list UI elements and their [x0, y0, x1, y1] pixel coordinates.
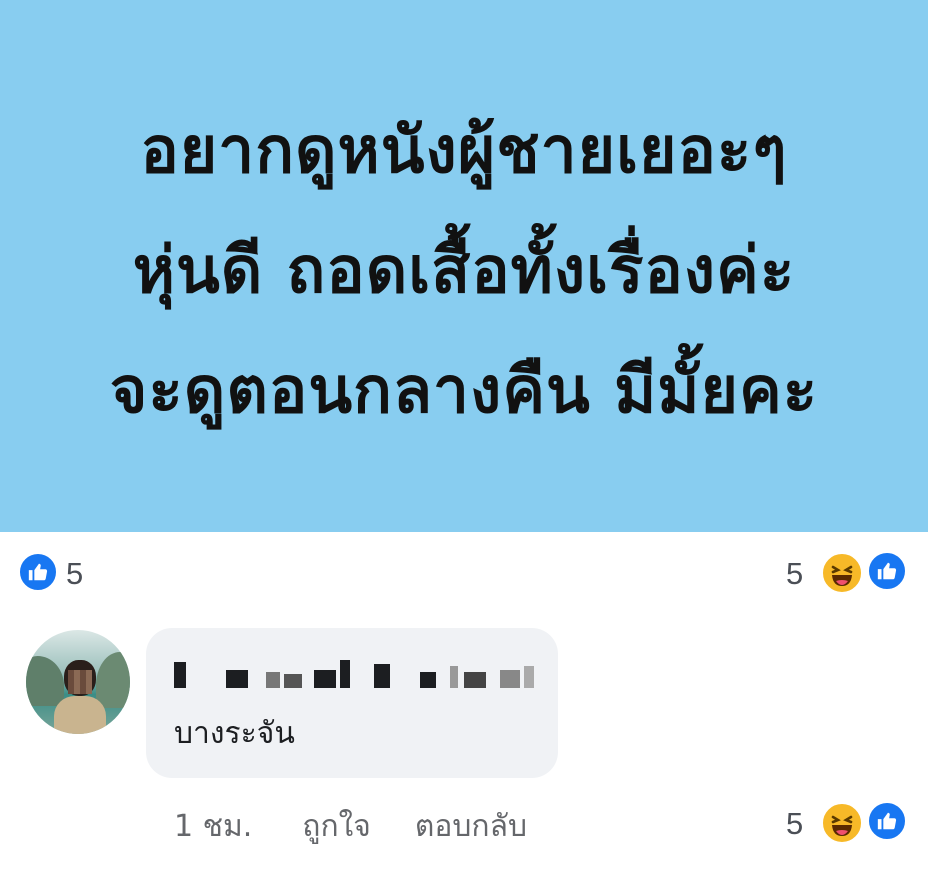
reaction-count[interactable]: 5 [786, 556, 803, 592]
like-button[interactable]: ถูกใจ [302, 803, 371, 850]
avatar[interactable] [26, 630, 130, 734]
like-count[interactable]: 5 [66, 556, 83, 592]
comment-text: บางระจัน [174, 716, 295, 751]
banner-line-1: อยากดูหนังผู้ชายเยอะๆ [140, 114, 788, 188]
post-image-banner[interactable]: อยากดูหนังผู้ชายเยอะๆ หุ่นดี ถอดเสื้อทั้… [0, 0, 928, 532]
reply-button[interactable]: ตอบกลับ [415, 803, 527, 850]
like-icon [866, 550, 908, 592]
comment-reaction-count[interactable]: 5 [786, 806, 803, 842]
banner-line-3: จะดูตอนกลางคืน มีมั้ยคะ [109, 354, 819, 428]
banner-line-2: หุ่นดี ถอดเสื้อทั้งเรื่องค่ะ [132, 234, 796, 308]
comment-actions: 1 ชม. ถูกใจ ตอบกลับ [174, 806, 527, 846]
comment-bubble[interactable]: บางระจัน [146, 628, 558, 778]
haha-icon [821, 552, 863, 594]
comment-timestamp[interactable]: 1 ชม. [174, 803, 252, 850]
like-icon [866, 800, 908, 842]
redacted-author-name[interactable] [174, 656, 534, 692]
like-icon [17, 551, 59, 593]
reactions-summary-bar[interactable]: 5 5 [0, 532, 928, 618]
comment: บางระจัน 1 ชม. ถูกใจ ตอบกลับ 5 [0, 618, 928, 880]
haha-icon [821, 802, 863, 844]
blurred-face [68, 670, 92, 694]
